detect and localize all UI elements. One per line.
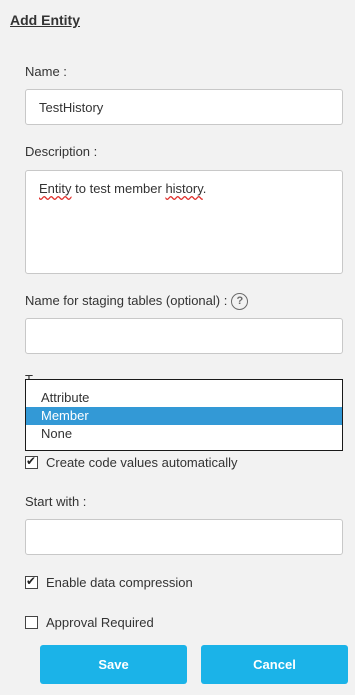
staging-name-field[interactable] bbox=[25, 318, 343, 354]
create-code-values-checkbox[interactable] bbox=[25, 454, 38, 469]
description-word-3: history bbox=[165, 181, 203, 196]
name-field[interactable]: TestHistory bbox=[25, 89, 343, 125]
help-icon[interactable]: ? bbox=[231, 293, 249, 311]
staging-label-text: Name for staging tables (optional) : bbox=[25, 293, 228, 308]
transaction-log-type-dropdown-list[interactable]: Attribute Member None bbox=[25, 379, 343, 451]
create-code-values-label: Create code values automatically bbox=[46, 455, 238, 470]
description-field[interactable]: Entity to test member history. bbox=[25, 170, 343, 274]
enable-compression-checkbox[interactable] bbox=[25, 574, 38, 589]
description-word-1: Entity bbox=[39, 181, 72, 196]
approval-required-row[interactable]: Approval Required bbox=[25, 615, 154, 630]
create-code-values-row[interactable]: Create code values automatically bbox=[25, 454, 238, 470]
save-button[interactable]: Save bbox=[40, 645, 187, 684]
name-value: TestHistory bbox=[39, 100, 104, 115]
option-attribute[interactable]: Attribute bbox=[26, 389, 342, 407]
staging-label: Name for staging tables (optional) :? bbox=[25, 293, 249, 311]
description-word-2: to test member bbox=[71, 181, 166, 196]
option-none[interactable]: None bbox=[26, 425, 342, 443]
description-word-4: . bbox=[202, 181, 207, 196]
description-label: Description : bbox=[25, 144, 98, 159]
start-with-field[interactable] bbox=[25, 519, 343, 555]
name-label: Name : bbox=[25, 64, 67, 79]
enable-compression-row[interactable]: Enable data compression bbox=[25, 574, 193, 590]
start-with-label: Start with : bbox=[25, 494, 87, 509]
cancel-button[interactable]: Cancel bbox=[201, 645, 348, 684]
add-entity-panel: Add Entity Name : TestHistory Descriptio… bbox=[0, 0, 355, 695]
page-title: Add Entity bbox=[10, 12, 80, 28]
approval-required-label: Approval Required bbox=[46, 615, 154, 630]
enable-compression-label: Enable data compression bbox=[46, 575, 193, 590]
approval-required-checkbox[interactable] bbox=[25, 616, 38, 629]
option-member[interactable]: Member bbox=[26, 407, 342, 425]
